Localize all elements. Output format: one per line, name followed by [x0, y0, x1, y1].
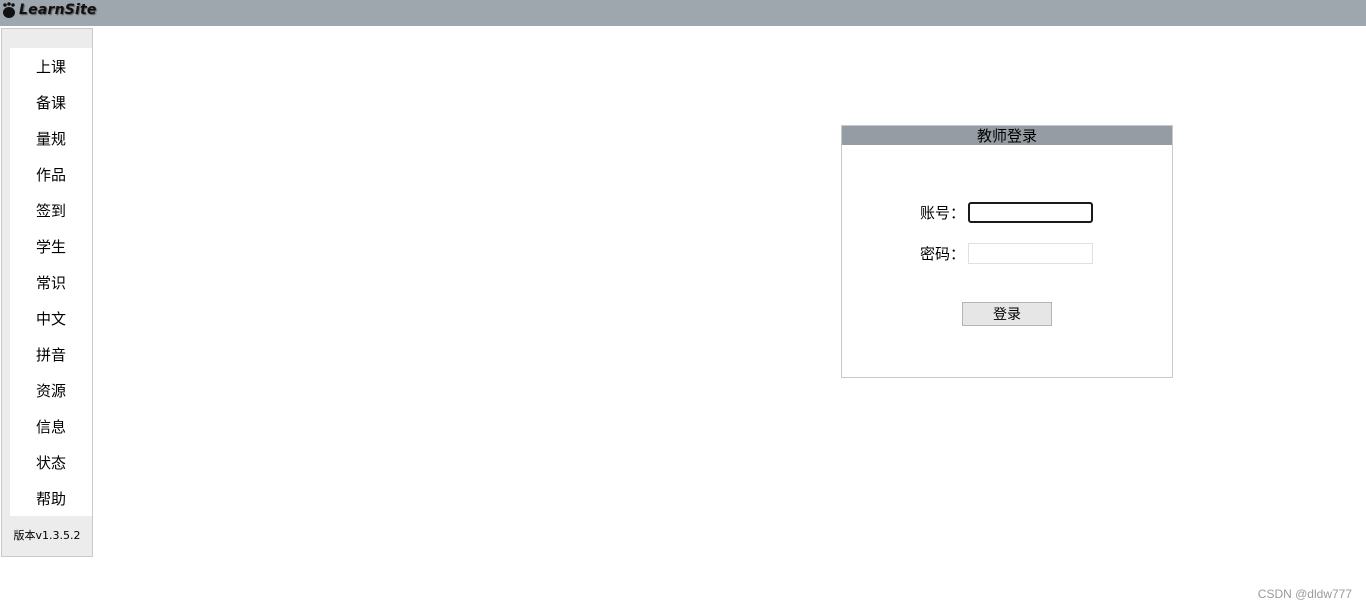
sidebar-item-works[interactable]: 作品	[10, 156, 92, 192]
sidebar-item-pinyin[interactable]: 拼音	[10, 336, 92, 372]
sidebar-item-status[interactable]: 状态	[10, 444, 92, 480]
sidebar-item-resources[interactable]: 资源	[10, 372, 92, 408]
login-title: 教师登录	[842, 126, 1172, 145]
sidebar-item-chinese[interactable]: 中文	[10, 300, 92, 336]
sidebar-item-lesson-prep[interactable]: 备课	[10, 84, 92, 120]
sidebar-menu: 上课 备课 量规 作品 签到 学生 常识 中文 拼音 资源 信息 状态 帮助	[10, 48, 92, 516]
password-label: 密码：	[920, 245, 966, 263]
top-header-bar: LearnSite	[0, 0, 1366, 26]
watermark: CSDN @dldw777	[1257, 587, 1352, 601]
sidebar-item-knowledge[interactable]: 常识	[10, 264, 92, 300]
logo[interactable]: LearnSite	[2, 0, 97, 20]
sidebar-item-rubric[interactable]: 量规	[10, 120, 92, 156]
sidebar-item-help[interactable]: 帮助	[10, 480, 92, 516]
account-label: 账号：	[920, 204, 966, 222]
teacher-login-panel: 教师登录 账号： 密码： 登录	[841, 125, 1173, 378]
sidebar-item-class[interactable]: 上课	[10, 48, 92, 84]
sidebar-item-info[interactable]: 信息	[10, 408, 92, 444]
password-input[interactable]	[968, 243, 1093, 264]
password-row: 密码：	[920, 243, 1093, 264]
account-row: 账号：	[920, 202, 1093, 223]
login-button[interactable]: 登录	[962, 302, 1052, 326]
sidebar-item-students[interactable]: 学生	[10, 228, 92, 264]
sidebar: 上课 备课 量规 作品 签到 学生 常识 中文 拼音 资源 信息 状态 帮助 版…	[1, 28, 93, 557]
sidebar-item-signin[interactable]: 签到	[10, 192, 92, 228]
paw-icon	[2, 2, 16, 18]
account-input[interactable]	[968, 202, 1093, 223]
logo-text: LearnSite	[19, 2, 97, 18]
version-label: 版本v1.3.5.2	[13, 529, 81, 542]
